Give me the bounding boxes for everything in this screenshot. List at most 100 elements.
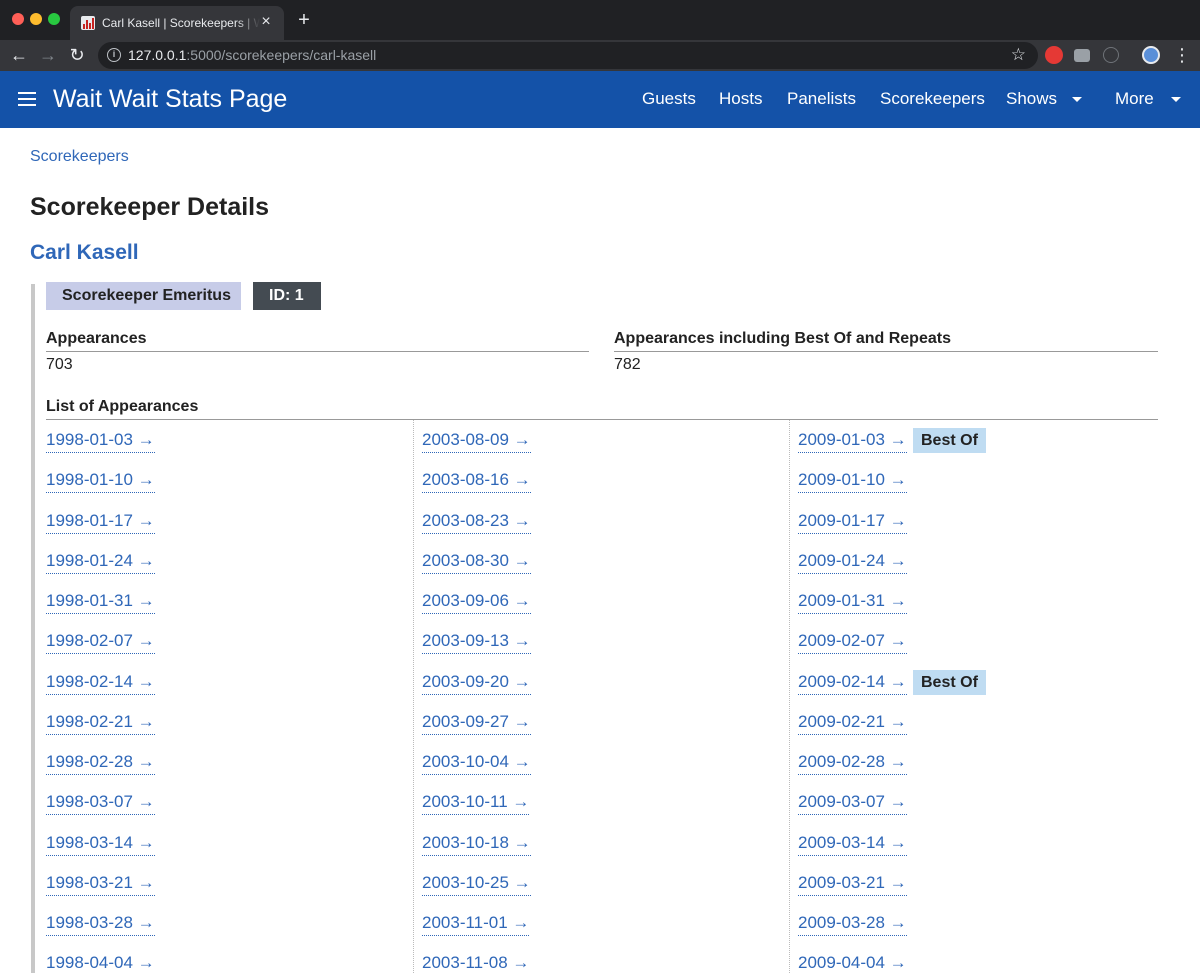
show-date-link[interactable]: 2003-08-23 → (422, 509, 531, 534)
show-date-link[interactable]: 2009-03-07 → (798, 790, 907, 816)
browser-menu-icon[interactable]: ⋮ (1173, 45, 1191, 65)
list-item: 1998-02-14 → (46, 670, 406, 710)
browser-tab-bar: Carl Kasell | Scorekeepers | Wait Wait S… (0, 0, 1200, 40)
more-dropdown-caret-icon[interactable] (1171, 97, 1181, 102)
appearances-all-label: Appearances including Best Of and Repeat… (614, 330, 951, 347)
extension-hand-icon[interactable] (1045, 46, 1063, 64)
window-close-icon[interactable] (12, 13, 24, 25)
list-item: 1998-02-07 → (46, 629, 406, 669)
list-item: 1998-02-21 → (46, 710, 406, 750)
list-item: 1998-03-07 → (46, 790, 406, 830)
list-item: 2009-01-03 → Best Of (798, 428, 1158, 468)
show-date-link[interactable]: 2009-02-14 → (798, 670, 907, 695)
show-date-link[interactable]: 1998-01-24 → (46, 549, 155, 574)
list-item: 2003-11-08 → (422, 951, 782, 973)
show-date-link[interactable]: 2009-01-17 → (798, 509, 907, 534)
list-item: 1998-02-28 → (46, 750, 406, 790)
show-date-link[interactable]: 2009-01-10 → (798, 468, 907, 494)
show-date-link[interactable]: 2003-10-18 → (422, 831, 531, 856)
back-icon[interactable]: ← (8, 44, 30, 66)
show-date-link[interactable]: 2003-10-25 → (422, 871, 531, 896)
show-date-link[interactable]: 1998-01-03 → (46, 428, 155, 453)
new-tab-icon[interactable]: + (294, 10, 314, 30)
show-date-link[interactable]: 2003-11-08 → (422, 951, 529, 973)
show-date-link[interactable]: 2009-02-21 → (798, 710, 907, 735)
list-item: 1998-01-03 → (46, 428, 406, 468)
show-date-link[interactable]: 2009-02-28 → (798, 750, 907, 775)
appearances-label: Appearances (46, 330, 147, 347)
show-date-link[interactable]: 2003-08-30 → (422, 549, 531, 574)
site-info-icon[interactable]: i (107, 48, 121, 62)
nav-scorekeepers[interactable]: Scorekeepers (880, 89, 985, 109)
list-item: 2009-03-14 → (798, 831, 1158, 871)
show-date-link[interactable]: 2003-08-09 → (422, 428, 531, 453)
show-date-link[interactable]: 2003-09-13 → (422, 629, 531, 655)
show-date-link[interactable]: 2009-03-14 → (798, 831, 907, 856)
show-date-link[interactable]: 2009-03-21 → (798, 871, 907, 896)
nav-more[interactable]: More (1115, 89, 1154, 109)
show-date-link[interactable]: 2003-09-27 → (422, 710, 531, 735)
bookmark-star-icon[interactable]: ☆ (1011, 45, 1026, 65)
nav-shows[interactable]: Shows (1006, 89, 1057, 109)
list-item: 2003-08-23 → (422, 509, 782, 549)
show-date-link[interactable]: 2003-09-06 → (422, 589, 531, 614)
show-date-link[interactable]: 2003-10-11 → (422, 790, 530, 816)
show-date-link[interactable]: 2009-04-04 → (798, 951, 907, 973)
list-item: 2003-09-20 → (422, 670, 782, 710)
show-date-link[interactable]: 2009-01-24 → (798, 549, 907, 574)
breadcrumb-scorekeepers[interactable]: Scorekeepers (30, 147, 129, 167)
list-item: 1998-01-17 → (46, 509, 406, 549)
list-item: 2003-10-11 → (422, 790, 782, 830)
hamburger-menu-icon[interactable] (18, 92, 36, 106)
list-item: 2003-10-25 → (422, 871, 782, 911)
nav-guests[interactable]: Guests (642, 89, 696, 109)
show-date-link[interactable]: 1998-01-10 → (46, 468, 155, 494)
show-date-link[interactable]: 2003-10-04 → (422, 750, 531, 775)
address-bar[interactable]: i 127.0.0.1:5000/scorekeepers/carl-kasel… (98, 42, 1038, 69)
show-date-link[interactable]: 1998-02-28 → (46, 750, 155, 775)
extension-camera-icon[interactable] (1074, 49, 1090, 62)
id-badge: ID: 1 (253, 282, 321, 310)
window-zoom-icon[interactable] (48, 13, 60, 25)
show-date-link[interactable]: 1998-02-07 → (46, 629, 155, 655)
scorekeeper-name[interactable]: Carl Kasell (30, 240, 139, 266)
show-date-link[interactable]: 1998-03-21 → (46, 871, 155, 896)
list-item: 2003-08-30 → (422, 549, 782, 589)
show-date-link[interactable]: 1998-03-28 → (46, 911, 155, 936)
show-date-link[interactable]: 1998-04-04 → (46, 951, 155, 973)
show-date-link[interactable]: 2009-01-31 → (798, 589, 907, 614)
url-text[interactable]: 127.0.0.1:5000/scorekeepers/carl-kasell (128, 47, 376, 64)
list-item: 1998-01-31 → (46, 589, 406, 629)
extension-info-icon[interactable] (1103, 47, 1119, 63)
show-date-link[interactable]: 2009-01-03 → (798, 428, 907, 453)
show-date-link[interactable]: 2009-03-28 → (798, 911, 907, 936)
profile-avatar-icon[interactable] (1142, 46, 1160, 64)
appearances-value: 703 (46, 356, 73, 373)
nav-hosts[interactable]: Hosts (719, 89, 762, 109)
nav-panelists[interactable]: Panelists (787, 89, 856, 109)
show-date-link[interactable]: 2009-02-07 → (798, 629, 907, 655)
show-date-link[interactable]: 1998-01-17 → (46, 509, 155, 534)
site-title[interactable]: Wait Wait Stats Page (53, 84, 287, 114)
reload-icon[interactable]: ↻ (66, 44, 88, 66)
show-date-link[interactable]: 2003-11-01 → (422, 911, 530, 936)
list-item: 1998-04-04 → (46, 951, 406, 973)
list-item: 2003-09-27 → (422, 710, 782, 750)
show-date-link[interactable]: 1998-03-07 → (46, 790, 155, 816)
page-title: Scorekeeper Details (30, 193, 270, 221)
list-item: 1998-03-28 → (46, 911, 406, 951)
list-item: 1998-03-21 → (46, 871, 406, 911)
tab-close-icon[interactable]: × (258, 14, 274, 30)
window-minimize-icon[interactable] (30, 13, 42, 25)
show-date-link[interactable]: 1998-02-21 → (46, 710, 155, 735)
browser-tab[interactable]: Carl Kasell | Scorekeepers | Wait Wait S… (70, 6, 284, 40)
show-date-link[interactable]: 2003-09-20 → (422, 670, 531, 695)
list-item: 1998-01-24 → (46, 549, 406, 589)
show-date-link[interactable]: 2003-08-16 → (422, 468, 531, 494)
show-date-link[interactable]: 1998-02-14 → (46, 670, 155, 695)
forward-icon[interactable]: → (37, 44, 59, 66)
list-item: 2009-02-21 → (798, 710, 1158, 750)
show-date-link[interactable]: 1998-03-14 → (46, 831, 155, 856)
shows-dropdown-caret-icon[interactable] (1072, 97, 1082, 102)
show-date-link[interactable]: 1998-01-31 → (46, 589, 155, 614)
